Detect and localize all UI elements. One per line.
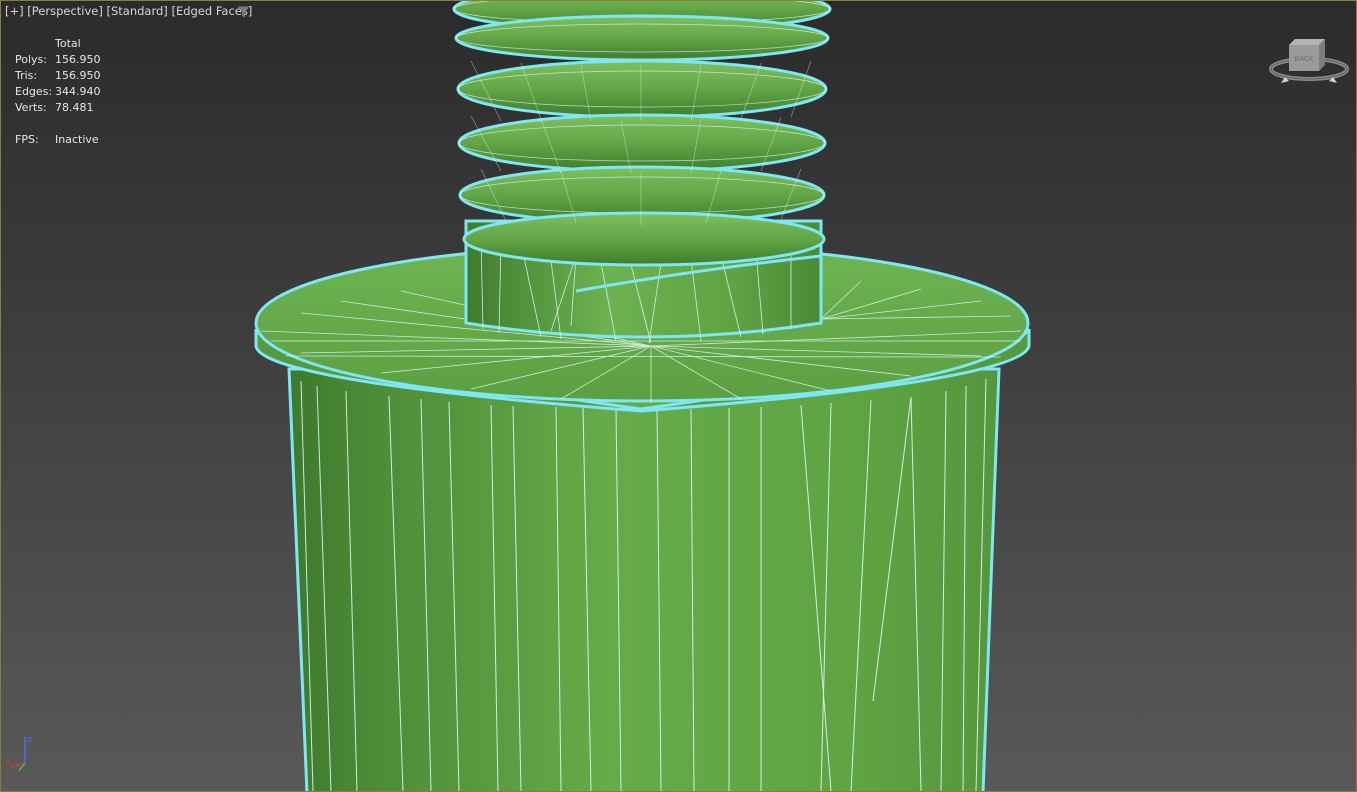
thread-rings[interactable] [452, 1, 832, 267]
viewport-label-bar[interactable]: [+] [Perspective] [Standard] [Edged Face… [5, 4, 252, 18]
fps-key: FPS: [15, 133, 39, 146]
view-mode-button[interactable]: [Perspective] [27, 4, 103, 18]
stats-value: 156.950 [55, 53, 101, 66]
viewcube-icon[interactable]: BACK [1267, 31, 1351, 87]
stats-row-fps: FPS: Inactive [15, 132, 101, 148]
statistics-overlay: Total Polys: 156.950 Tris: 156.950 Edges… [15, 36, 101, 148]
shading-mode-button[interactable]: [Standard] [107, 4, 168, 18]
stats-row-edges: Edges: 344.940 [15, 84, 101, 100]
stats-row-polys: Polys: 156.950 [15, 52, 101, 68]
viewcube-face-label: BACK [1295, 55, 1314, 63]
stats-value: 156.950 [55, 69, 101, 82]
main-cylinder[interactable] [287, 367, 1001, 792]
stats-value: 78.481 [55, 101, 94, 114]
stats-row-verts: Verts: 78.481 [15, 100, 101, 116]
perspective-viewport[interactable]: [+] [Perspective] [Standard] [Edged Face… [0, 0, 1357, 792]
stats-key: Verts: [15, 101, 47, 114]
fps-value: Inactive [55, 133, 99, 146]
axis-z-label: z [27, 735, 32, 745]
stats-value: 344.940 [55, 85, 101, 98]
viewport-menu-button[interactable]: [+] [5, 4, 24, 18]
stats-header: Total [55, 37, 81, 50]
stats-key: Tris: [15, 69, 38, 82]
filter-icon[interactable] [237, 6, 250, 18]
stats-row-tris: Tris: 156.950 [15, 68, 101, 84]
axis-tripod-icon: z x [5, 735, 32, 772]
axis-x-label: x [5, 758, 11, 768]
stats-key: Polys: [15, 53, 47, 66]
stats-key: Edges: [15, 85, 53, 98]
mesh-render[interactable] [1, 1, 1357, 792]
